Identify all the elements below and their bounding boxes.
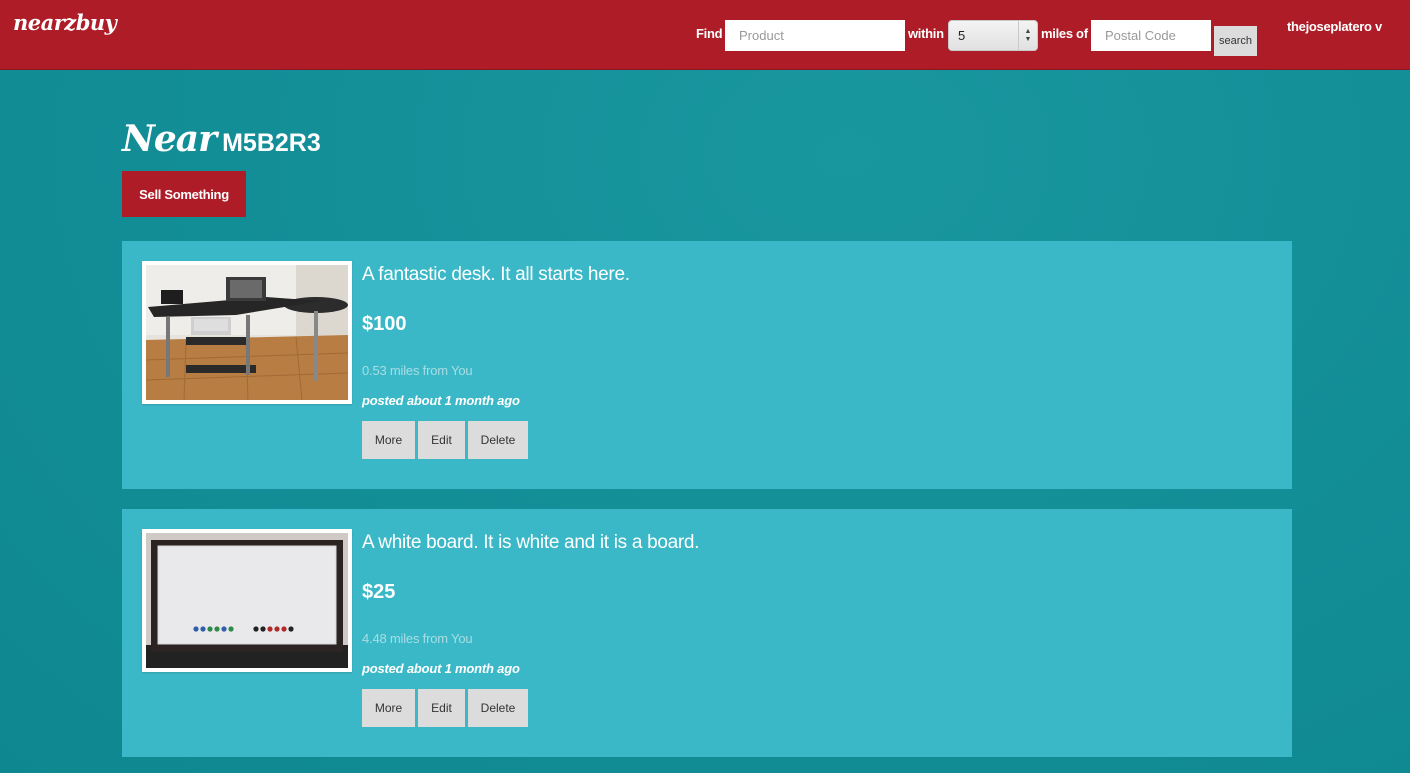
delete-button[interactable]: Delete [468, 421, 528, 459]
radius-select[interactable]: 5 ▲ ▼ [948, 20, 1038, 51]
listing-posted-time: posted about 1 month ago [362, 393, 520, 408]
more-button[interactable]: More [362, 689, 415, 727]
whiteboard-photo-image [146, 533, 348, 668]
brand-logo[interactable]: nearzbuy [13, 10, 117, 35]
within-label: within [908, 26, 944, 41]
top-navbar: nearzbuy Find within 5 ▲▼ miles of searc… [0, 0, 1410, 70]
select-arrows-icon: ▲ ▼ [1018, 21, 1037, 50]
listing-card: A white board. It is white and it is a b… [122, 509, 1292, 757]
sell-something-button[interactable]: Sell Something [122, 171, 246, 217]
listing-photo-desk[interactable] [142, 261, 352, 404]
radius-value: 5 [958, 28, 966, 43]
product-search-input[interactable] [725, 20, 905, 51]
edit-button[interactable]: Edit [418, 421, 465, 459]
more-button[interactable]: More [362, 421, 415, 459]
desk-photo-image [146, 265, 348, 400]
page-title: Near M5B2R3 [122, 118, 321, 160]
search-button[interactable]: search [1214, 26, 1257, 56]
listing-posted-time: posted about 1 month ago [362, 661, 520, 676]
listing-distance: 4.48 miles from You [362, 631, 473, 646]
postal-code-heading: M5B2R3 [222, 129, 321, 157]
find-label: Find [696, 26, 723, 41]
edit-button[interactable]: Edit [418, 689, 465, 727]
listing-title[interactable]: A white board. It is white and it is a b… [362, 532, 699, 554]
user-menu[interactable]: thejoseplatero v [1287, 19, 1382, 34]
listing-card: A fantastic desk. It all starts here. $1… [122, 241, 1292, 489]
listing-photo-whiteboard[interactable] [142, 529, 352, 672]
listing-price: $25 [362, 581, 396, 603]
listing-distance: 0.53 miles from You [362, 363, 473, 378]
postal-code-input[interactable] [1091, 20, 1211, 51]
near-heading: Near [122, 118, 217, 160]
delete-button[interactable]: Delete [468, 689, 528, 727]
listing-title[interactable]: A fantastic desk. It all starts here. [362, 264, 630, 286]
miles-of-label: miles of [1041, 26, 1088, 41]
listing-price: $100 [362, 313, 407, 335]
